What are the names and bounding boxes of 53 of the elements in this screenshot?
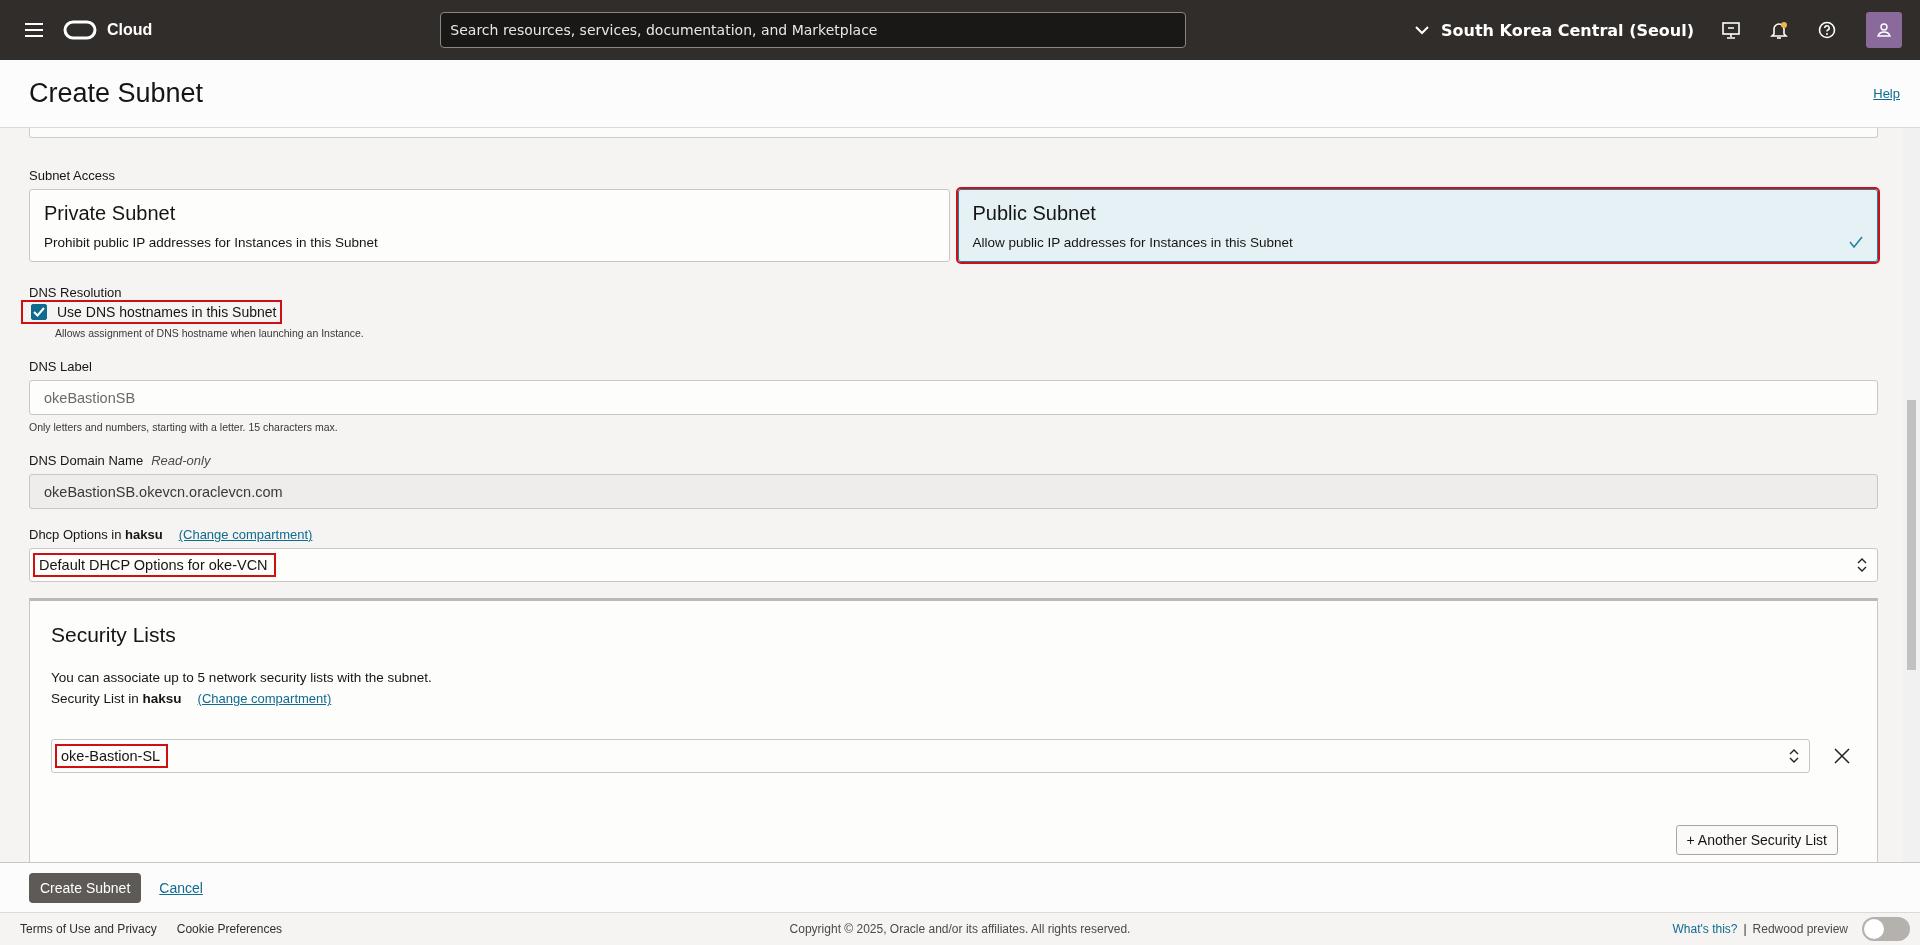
whats-this-link[interactable]: What's this? xyxy=(1672,922,1738,936)
avatar-icon[interactable] xyxy=(1866,12,1902,48)
card-description: Prohibit public IP addresses for Instances in this Subnet xyxy=(44,235,378,250)
region-selector[interactable]: South Korea Central (Seoul) xyxy=(1415,20,1694,40)
scrollbar[interactable] xyxy=(1903,128,1920,862)
checkbox-label[interactable]: Use DNS hostnames in this Subnet xyxy=(57,304,277,320)
input-field[interactable] xyxy=(29,128,1878,138)
change-compartment-link[interactable]: (Change compartment) xyxy=(197,691,332,706)
subnet-option-card[interactable]: Public Subnet Allow public IP addresses for Instances in this Subnet xyxy=(957,189,1878,262)
menu-icon[interactable] xyxy=(25,23,43,37)
checkmark-icon xyxy=(1849,236,1863,248)
footer-link[interactable]: Cookie Preferences xyxy=(176,922,283,936)
description-text: You can associate up to 5 network security lists with the subnet. xyxy=(51,669,433,687)
field-label: Dhcp Options in haksu xyxy=(29,527,163,542)
help-text: Only letters and numbers, starting with a letter. 15 characters max. xyxy=(29,421,339,433)
select-field[interactable]: Default DHCP Options for oke-VCN xyxy=(29,548,1878,582)
field-label: Security List in haksu xyxy=(51,690,182,708)
subnet-option-card[interactable]: Private Subnet Prohibit public IP addresses for Instances in this Subnet xyxy=(29,189,950,262)
card-title: Public Subnet xyxy=(972,202,1097,225)
separator: | xyxy=(1743,922,1747,936)
read-only-note: Read-only xyxy=(151,453,211,468)
select-field[interactable]: oke-Bastion-SL xyxy=(51,739,1810,773)
monitor-icon[interactable] xyxy=(1722,21,1740,39)
help-text: Allows assignment of DNS hostname when launching an Instance. xyxy=(55,327,365,339)
chevron-down-icon xyxy=(1415,25,1429,35)
copyright-text: Copyright © 2025, Oracle and/or its affiliates. All rights reserved. xyxy=(789,922,1131,936)
help-icon[interactable] xyxy=(1818,21,1836,39)
search-field[interactable]: Search resources, services, documentation, and Marketplace xyxy=(440,12,1187,48)
field-label: DNS Domain Name xyxy=(29,453,144,468)
input-field[interactable]: okeBastionSB xyxy=(29,380,1878,415)
create-subnet-button[interactable]: Create Subnet xyxy=(29,872,142,903)
bell-icon[interactable] xyxy=(1770,21,1788,39)
input-field[interactable]: okeBastionSB.okevcn.oraclevcn.com xyxy=(29,474,1878,509)
field-label: DNS Resolution xyxy=(29,286,123,300)
field-label: Subnet Access xyxy=(29,168,116,183)
checkbox[interactable] xyxy=(31,304,47,320)
preview-label: Redwood preview xyxy=(1752,922,1848,936)
field-label: DNS Label xyxy=(29,359,93,374)
change-compartment-link[interactable]: (Change compartment) xyxy=(178,527,313,542)
section-title: Security Lists xyxy=(51,623,177,647)
sort-arrows-icon xyxy=(1789,749,1799,763)
card-title: Private Subnet xyxy=(44,202,177,225)
sort-arrows-icon xyxy=(1857,558,1867,572)
toggle-switch[interactable] xyxy=(1862,917,1910,941)
card-description: Allow public IP addresses for Instances in this Subnet xyxy=(972,235,1293,250)
brand-name[interactable]: Cloud xyxy=(107,21,153,39)
help-link[interactable]: Help xyxy=(1873,86,1900,101)
footer-link[interactable]: Terms of Use and Privacy xyxy=(20,922,157,936)
cancel-link[interactable]: Cancel xyxy=(159,879,203,896)
logo-icon[interactable] xyxy=(63,20,97,40)
close-icon[interactable] xyxy=(1834,748,1850,764)
page-title: Create Subnet xyxy=(29,78,204,109)
add-security-list-button[interactable]: + Another Security List xyxy=(1675,825,1838,855)
